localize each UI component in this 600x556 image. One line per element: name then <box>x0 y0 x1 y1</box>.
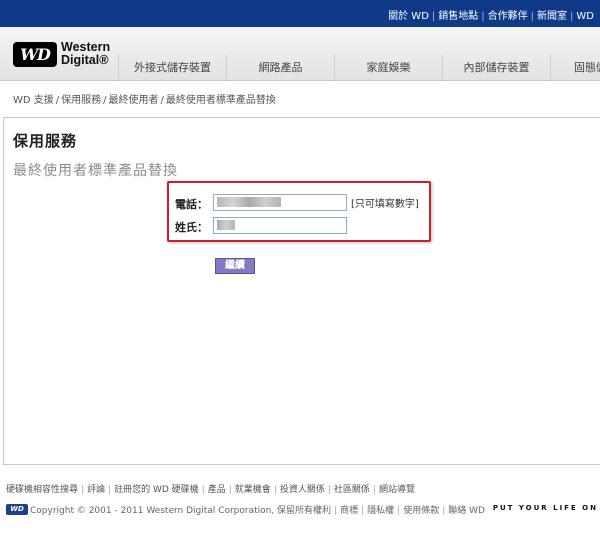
separator: | <box>570 11 574 22</box>
breadcrumb: WD 支援 / 保用服務 / 最終使用者 / 最終使用者標準產品替換 <box>13 91 276 106</box>
footer-link-contact[interactable]: 聯絡 WD <box>448 506 485 516</box>
separator: | <box>108 485 112 495</box>
footer-link-reviews[interactable]: 評論 <box>87 485 105 495</box>
wd-logo-line2: Digital® <box>61 53 109 67</box>
separator: | <box>372 485 376 495</box>
continue-button[interactable]: 繼續 <box>215 258 255 274</box>
separator: / <box>103 95 107 106</box>
nav-item-external-storage[interactable]: 外接式儲存裝置 <box>118 54 226 81</box>
copyright: Copyright © 2001 - 2011 Western Digital … <box>30 503 485 516</box>
separator: | <box>273 485 277 495</box>
separator: | <box>327 485 331 495</box>
separator: | <box>431 11 436 22</box>
wd-logo-text: Western Digital® <box>61 41 110 67</box>
page-title: 保用服務 <box>13 132 78 150</box>
breadcrumb-end-user[interactable]: 最終使用者 <box>109 95 159 106</box>
top-links: 關於 WD | 銷售地點 | 合作夥伴 | 新聞室 | WD <box>388 7 594 22</box>
top-link-wd[interactable]: WD <box>576 11 594 22</box>
copyright-text: Copyright © 2001 - 2011 Western Digital … <box>30 506 332 516</box>
breadcrumb-warranty[interactable]: 保用服務 <box>61 95 101 106</box>
separator: | <box>481 11 485 22</box>
nav-item-solid-state[interactable]: 固態儲 <box>550 54 600 81</box>
footer-link-compatibility[interactable]: 硬碟機相容性搜尋 <box>6 485 78 495</box>
separator: | <box>201 485 205 495</box>
wd-logo-badge: WD <box>13 42 57 67</box>
wd-mini-logo: WD <box>6 504 28 515</box>
footer-link-careers[interactable]: 就業機會 <box>235 485 271 495</box>
footer-link-sitemap[interactable]: 網站導覽 <box>379 485 415 495</box>
separator: | <box>530 11 535 22</box>
nav-item-internal-storage[interactable]: 內部儲存裝置 <box>442 54 550 81</box>
surname-label: 姓氏： <box>175 221 208 234</box>
separator: | <box>442 506 446 516</box>
footer-link-terms[interactable]: 使用條款 <box>403 506 439 516</box>
separator: / <box>160 95 164 106</box>
header-nav-band: WD Western Digital® 外接式儲存裝置 網路產品 家庭娛樂 內部… <box>0 27 600 81</box>
footer-link-register[interactable]: 註冊您的 WD 硬碟機 <box>114 485 199 495</box>
footer-bottom: WD Copyright © 2001 - 2011 Western Digit… <box>6 502 600 516</box>
footer-link-community[interactable]: 社區關係 <box>334 485 370 495</box>
top-link-about[interactable]: 關於 WD <box>388 11 429 22</box>
page-subtitle: 最終使用者標準產品替換 <box>13 163 178 179</box>
top-bar: 關於 WD | 銷售地點 | 合作夥伴 | 新聞室 | WD <box>0 0 600 27</box>
footer-links: 硬碟機相容性搜尋 | 評論 | 註冊您的 WD 硬碟機 | 產品 | 就業機會 | 投資人關係 | 社區… <box>6 482 415 495</box>
tagline: PUT YOUR LIFE ON <box>492 504 598 512</box>
phone-redacted <box>217 197 281 207</box>
footer-link-products[interactable]: 產品 <box>208 485 226 495</box>
nav-item-network-products[interactable]: 網路產品 <box>226 54 334 81</box>
top-link-where-to-buy[interactable]: 銷售地點 <box>438 11 478 22</box>
top-link-newsroom[interactable]: 新聞室 <box>537 11 567 22</box>
nav-item-home-entertainment[interactable]: 家庭娛樂 <box>334 54 442 81</box>
separator: | <box>361 506 365 516</box>
breadcrumb-current: 最終使用者標準產品替換 <box>165 95 276 106</box>
footer-link-privacy[interactable]: 隱私權 <box>367 506 394 516</box>
surname-redacted <box>217 220 235 230</box>
footer-link-investors[interactable]: 投資人關係 <box>280 485 325 495</box>
separator: / <box>55 95 60 106</box>
separator: | <box>397 506 401 516</box>
separator: | <box>81 485 85 495</box>
phone-hint: [只可填寫數字] <box>351 199 419 210</box>
phone-label: 電話： <box>175 198 208 211</box>
top-link-partners[interactable]: 合作夥伴 <box>488 11 528 22</box>
breadcrumb-wd-support[interactable]: WD 支援 <box>13 95 54 106</box>
wd-logo[interactable]: WD Western Digital® <box>13 38 113 72</box>
separator: | <box>334 506 338 516</box>
separator: | <box>228 485 232 495</box>
footer-link-trademarks[interactable]: 商標 <box>340 506 358 516</box>
main-nav: 外接式儲存裝置 網路產品 家庭娛樂 內部儲存裝置 固態儲 <box>118 54 600 81</box>
